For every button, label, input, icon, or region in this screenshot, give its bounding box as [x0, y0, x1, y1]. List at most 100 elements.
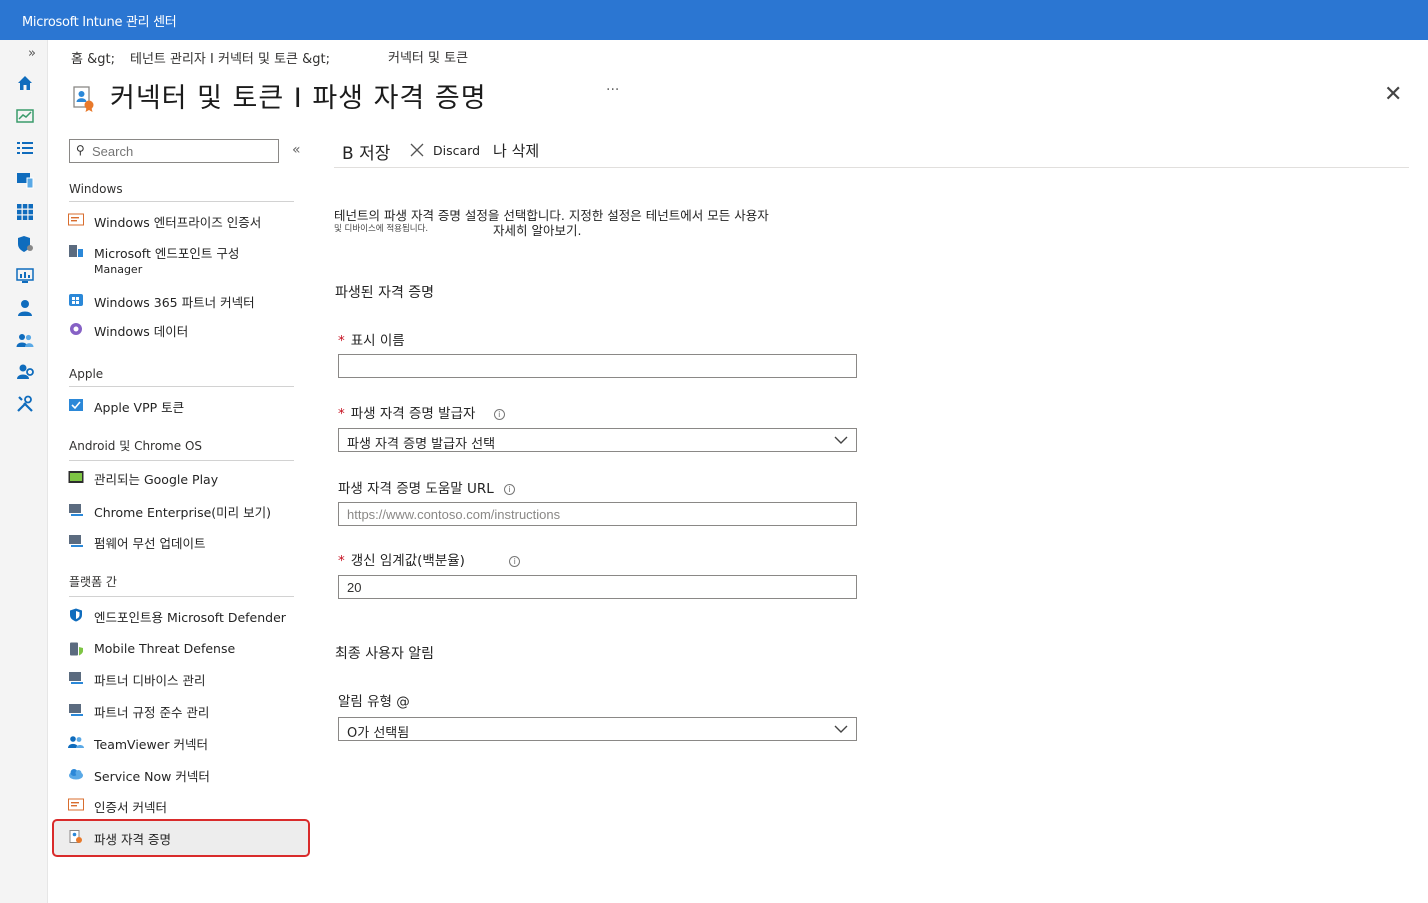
mobile-threat-defense-icon	[70, 642, 83, 656]
command-bar: B 저장 Discard 나 삭제	[334, 138, 1409, 168]
home-icon[interactable]	[16, 74, 34, 92]
page-title: 커넥터 및 토큰 I 파생 자격 증명	[110, 83, 487, 114]
chevron-down-icon	[834, 725, 848, 733]
server-icon	[69, 245, 83, 257]
left-rail: »	[0, 40, 48, 903]
google-play-icon	[68, 471, 84, 483]
renewal-threshold-label: * 갱신 임계값(백분율) i	[338, 549, 521, 569]
nav-section-android-chrome: Android 및 Chrome OS	[69, 439, 203, 453]
users-icon[interactable]	[16, 299, 34, 317]
issuer-label-text: 파생 자격 증명 발급자	[350, 406, 476, 422]
breadcrumb-current: 커넥터 및 토큰	[388, 51, 469, 66]
nav-divider	[69, 201, 294, 202]
save-button[interactable]: B 저장	[342, 139, 390, 164]
endpoint-security-icon[interactable]	[16, 235, 34, 253]
issuer-selected-value: 파생 자격 증명 발급자 선택	[347, 437, 496, 452]
close-button[interactable]: ✕	[1384, 82, 1402, 107]
help-url-field[interactable]	[338, 502, 857, 526]
groups-icon[interactable]	[16, 331, 34, 349]
discard-icon[interactable]	[409, 142, 425, 158]
required-marker: *	[338, 406, 345, 422]
description-text-line2: 및 디바이스에 적용됩니다.	[334, 224, 429, 234]
computer-icon	[69, 504, 83, 516]
notification-type-label: 알림 유형 @	[338, 694, 410, 710]
nav-divider	[69, 596, 294, 597]
nav-item-label: Windows 데이터	[94, 324, 189, 339]
display-name-label-text: 표시 이름	[350, 333, 405, 349]
windows-data-icon	[70, 323, 82, 335]
windows-365-icon	[69, 294, 83, 306]
nav-item-label: 엔드포인트용 Microsoft Defender	[94, 610, 286, 625]
nav-divider	[69, 460, 294, 461]
breadcrumb-home[interactable]: 홈 &gt;	[71, 48, 115, 67]
display-name-field[interactable]	[338, 354, 857, 378]
nav-item-label-line2: Manager	[94, 263, 143, 276]
learn-more-link[interactable]: 자세히 알아보기.	[493, 220, 581, 239]
notification-type-dropdown[interactable]: O가 선택됨	[338, 717, 857, 741]
required-marker: *	[338, 553, 345, 569]
derived-credential-icon	[69, 830, 82, 843]
delete-button[interactable]: 나 삭제	[493, 140, 539, 161]
nav-item-label: 펌웨어 무선 업데이트	[94, 536, 206, 551]
troubleshooting-icon[interactable]	[16, 395, 34, 413]
collapse-nav-button[interactable]: «	[292, 142, 301, 158]
nav-item-label: Microsoft 엔드포인트 구성	[94, 246, 240, 261]
nav-search[interactable]: ⚲	[69, 139, 279, 163]
tenant-admin-icon[interactable]	[16, 363, 34, 381]
top-bar: Microsoft Intune 관리 센터	[0, 0, 1428, 40]
nav-item-label: Apple VPP 토큰	[94, 400, 185, 415]
help-url-input[interactable]	[347, 506, 847, 523]
issuer-label: * 파생 자격 증명 발급자 i	[338, 402, 505, 422]
search-input[interactable]	[92, 142, 272, 160]
computer-icon	[69, 672, 83, 684]
certificate-icon	[68, 798, 84, 811]
nav-section-apple: Apple	[69, 367, 104, 381]
users-icon	[68, 736, 84, 748]
info-icon[interactable]: i	[504, 483, 516, 495]
derived-credential-page-icon	[73, 86, 94, 112]
computer-icon	[69, 535, 83, 547]
defender-shield-icon	[70, 608, 82, 622]
nav-divider	[69, 386, 294, 387]
all-services-icon[interactable]	[16, 139, 34, 157]
apple-vpp-icon	[69, 399, 83, 411]
discard-button[interactable]: Discard	[433, 143, 480, 158]
search-icon: ⚲	[76, 143, 85, 157]
chevron-down-icon	[834, 436, 848, 444]
nav-item-label: 파트너 규정 준수 관리	[94, 705, 210, 720]
required-marker: *	[338, 333, 345, 349]
nav-item-label: Windows 엔터프라이즈 인증서	[94, 215, 262, 230]
nav-item-label: 파생 자격 증명	[94, 832, 171, 847]
reports-icon[interactable]	[16, 267, 34, 285]
help-url-label: 파생 자격 증명 도움말 URL i	[338, 477, 516, 497]
apps-icon[interactable]	[16, 203, 34, 221]
cloud-icon	[69, 769, 83, 780]
breadcrumb-tenant-admin[interactable]: 테넌트 관리자 I 커넥터 및 토큰 &gt;	[130, 48, 330, 67]
section-derived-credential: 파생된 자격 증명	[335, 285, 435, 301]
nav-section-windows: Windows	[69, 182, 123, 196]
expand-rail-button[interactable]: »	[28, 46, 36, 61]
devices-icon[interactable]	[16, 171, 34, 189]
nav-item-label: Mobile Threat Defense	[94, 641, 236, 656]
display-name-label: * 표시 이름	[338, 329, 405, 349]
info-icon[interactable]: i	[493, 408, 505, 420]
computer-icon	[69, 704, 83, 716]
nav-item-label: TeamViewer 커넥터	[94, 737, 209, 752]
nav-item-label: Service Now 커넥터	[94, 769, 210, 784]
nav-item-label: Windows 365 파트너 커넥터	[94, 295, 255, 310]
certificate-icon	[68, 213, 84, 226]
renewal-threshold-input[interactable]	[347, 579, 847, 596]
renewal-threshold-field[interactable]	[338, 575, 857, 599]
info-icon[interactable]: i	[509, 555, 521, 567]
display-name-input[interactable]	[347, 358, 847, 375]
nav-item-label: 파트너 디바이스 관리	[94, 673, 206, 688]
notification-type-selected-value: O가 선택됨	[347, 726, 410, 741]
app-title[interactable]: Microsoft Intune 관리 센터	[22, 11, 177, 30]
nav-item-label: 인증서 커넥터	[94, 800, 167, 815]
more-options-button[interactable]: ···	[606, 82, 619, 98]
section-end-user-notification: 최종 사용자 알림	[335, 646, 435, 662]
nav-item-label: Chrome Enterprise(미리 보기)	[94, 505, 272, 520]
dashboard-icon[interactable]	[16, 107, 34, 125]
issuer-dropdown[interactable]: 파생 자격 증명 발급자 선택	[338, 428, 857, 452]
renewal-threshold-label-text: 갱신 임계값(백분율)	[350, 553, 465, 569]
